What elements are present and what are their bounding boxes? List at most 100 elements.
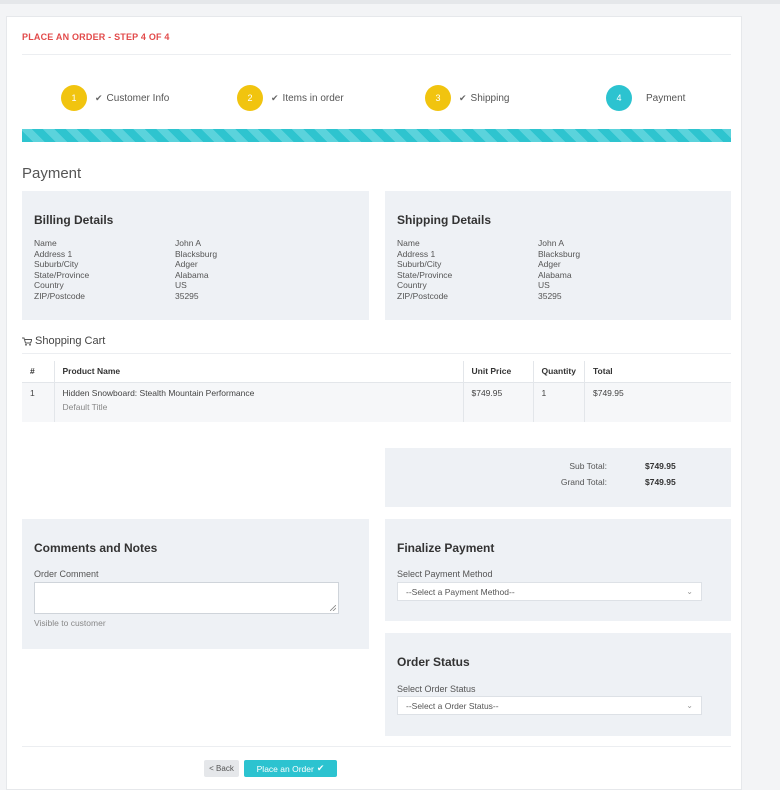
column-header: Product Name: [53, 361, 463, 383]
subtotal-row: Sub Total: $749.95: [555, 458, 676, 474]
comments-title: Comments and Notes: [34, 541, 158, 555]
step-label: Items in order: [282, 92, 344, 104]
field-value: 35295: [175, 290, 199, 301]
section-heading: Payment: [22, 165, 82, 182]
field-label: Suburb/City: [34, 259, 79, 269]
cart-heading: Shopping Cart: [22, 335, 105, 347]
field-value: John A: [538, 238, 564, 248]
column-header: Unit Price: [462, 361, 533, 383]
place-order-button[interactable]: Place an Order ✔: [244, 760, 337, 777]
cell-product: Hidden Snowboard: Stealth Mountain Perfo…: [53, 382, 463, 422]
billing-title: Billing Details: [34, 213, 114, 227]
payment-method-select[interactable]: --Select a Payment Method-- ⌄: [397, 582, 702, 601]
check-icon: ✔: [95, 92, 103, 103]
help-text: Visible to customer: [34, 618, 106, 628]
field-label: ZIP/Postcode: [34, 290, 86, 301]
order-wizard-card: PLACE AN ORDER - STEP 4 OF 4 1 ✔ Custome…: [6, 16, 742, 790]
column-header: #: [22, 361, 54, 383]
field-value: John A: [175, 238, 201, 248]
field-value: Blacksburg: [538, 248, 581, 259]
subtotal-value: $749.95: [645, 461, 676, 471]
chevron-down-icon: ⌄: [686, 587, 693, 596]
resize-handle-icon[interactable]: [330, 605, 336, 611]
cell-num: 1: [30, 387, 35, 398]
field-value: Alabama: [538, 269, 572, 280]
field-label: Suburb/City: [397, 259, 442, 269]
shipping-title: Shipping Details: [397, 213, 492, 227]
step-number: 1: [61, 85, 87, 111]
shipping-labels: Name Address 1 Suburb/City State/Provinc…: [397, 238, 452, 301]
product-name: Hidden Snowboard: Stealth Mountain Perfo…: [62, 387, 255, 398]
divider: [22, 746, 731, 747]
cell-total: $749.95: [583, 382, 731, 422]
payment-title: Finalize Payment: [397, 541, 495, 555]
check-icon: ✔: [459, 92, 467, 103]
cell-quantity: 1: [532, 382, 585, 422]
field-label: Country: [34, 280, 64, 290]
field-value: US: [175, 280, 187, 290]
order-status-select[interactable]: --Select a Order Status-- ⌄: [397, 696, 702, 715]
field-value: Blacksburg: [175, 248, 218, 259]
step-number: 4: [606, 85, 632, 111]
table-row: 1 Hidden Snowboard: Stealth Mountain Per…: [22, 382, 731, 422]
step-label: Payment: [646, 92, 686, 104]
step-2[interactable]: 2 ✔ Items in order: [237, 85, 344, 111]
check-icon: ✔: [316, 763, 325, 773]
cell-unit-price: $749.95: [462, 382, 533, 422]
comments-panel: Comments and Notes Order Comment Visible…: [22, 519, 369, 649]
field-value: Alabama: [175, 269, 209, 280]
step-number: 3: [425, 85, 451, 111]
order-comment-label: Order Comment: [34, 569, 99, 579]
step-label-wrap: ✔ Items in order: [271, 93, 344, 104]
billing-details-panel: Billing Details Name Address 1 Suburb/Ci…: [22, 191, 369, 320]
billing-labels: Name Address 1 Suburb/City State/Provinc…: [34, 238, 89, 301]
step-label-wrap: Payment: [646, 93, 685, 104]
field-label: Name: [397, 238, 420, 248]
field-label: Country: [397, 280, 427, 290]
product-variant: Default Title: [62, 401, 108, 412]
step-label: Customer Info: [106, 92, 170, 104]
field-label: Name: [34, 238, 57, 248]
billing-values: John A Blacksburg Adger Alabama US 35295: [175, 238, 217, 301]
selected-value: --Select a Order Status--: [406, 700, 499, 711]
step-label: Shipping: [470, 92, 510, 104]
field-value: 35295: [538, 290, 562, 301]
subtotal-label: Sub Total:: [569, 461, 607, 471]
selected-value: --Select a Payment Method--: [406, 586, 515, 597]
field-label: Address 1: [397, 248, 436, 259]
table-header-row: # Product Name Unit Price Quantity Total: [22, 361, 731, 383]
page-title: PLACE AN ORDER - STEP 4 OF 4: [22, 32, 170, 42]
order-comment-textarea[interactable]: [34, 582, 339, 614]
grand-total-label: Grand Total:: [560, 477, 607, 487]
field-value: US: [538, 280, 550, 290]
step-label-wrap: ✔ Customer Info: [95, 93, 169, 104]
grand-total-row: Grand Total: $749.95: [555, 474, 676, 490]
place-order-label: Place an Order: [256, 763, 314, 774]
step-label-wrap: ✔ Shipping: [459, 93, 509, 104]
grand-total-value: $749.95: [645, 477, 676, 487]
order-status-label: Select Order Status: [397, 684, 476, 694]
totals-panel: Sub Total: $749.95 Grand Total: $749.95: [385, 448, 731, 507]
divider: [22, 54, 731, 55]
field-value: Adger: [175, 259, 198, 269]
order-status-panel: Order Status Select Order Status --Selec…: [385, 633, 731, 736]
step-1[interactable]: 1 ✔ Customer Info: [61, 85, 169, 111]
progress-bar: [22, 129, 731, 142]
field-label: Address 1: [34, 248, 73, 259]
field-label: ZIP/Postcode: [397, 290, 449, 301]
totals-table: Sub Total: $749.95 Grand Total: $749.95: [555, 458, 676, 490]
chevron-down-icon: ⌄: [686, 701, 693, 710]
top-bar: [0, 0, 780, 4]
check-icon: ✔: [271, 92, 279, 103]
column-header: Total: [583, 361, 731, 383]
step-3[interactable]: 3 ✔ Shipping: [425, 85, 509, 111]
step-4[interactable]: 4 Payment: [606, 85, 685, 111]
finalize-payment-panel: Finalize Payment Select Payment Method -…: [385, 519, 731, 621]
field-value: Adger: [538, 259, 561, 269]
order-status-title: Order Status: [397, 655, 470, 669]
field-label: State/Province: [34, 269, 90, 280]
cart-title: Shopping Cart: [35, 335, 106, 347]
step-number: 2: [237, 85, 263, 111]
back-button[interactable]: < Back: [204, 760, 239, 777]
field-label: State/Province: [397, 269, 453, 280]
